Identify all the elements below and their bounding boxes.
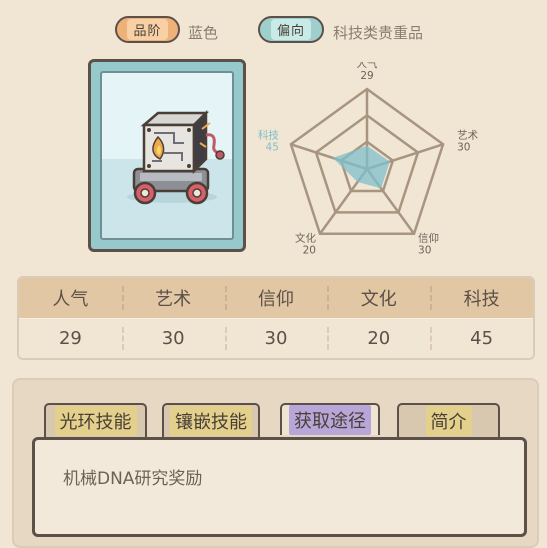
mechanical-box-robot-icon: [127, 109, 225, 205]
radar-axis-label: 科技: [258, 128, 279, 141]
tab-acquisition-label: 获取途径: [289, 405, 371, 435]
quality-label: 品阶: [127, 19, 168, 40]
tab-inlay-skills[interactable]: 镶嵌技能: [162, 403, 260, 439]
quality-badge: 品阶: [115, 16, 180, 43]
value-popularity: 29: [58, 328, 82, 349]
value-culture: 20: [327, 319, 430, 358]
tab-introduction-label: 简介: [425, 406, 472, 436]
tab-content-area: 机械DNA研究奖励: [32, 437, 527, 537]
orientation-label: 偏向: [270, 19, 311, 40]
item-portrait-frame: [88, 59, 246, 252]
radar-axis-value: 45: [266, 141, 279, 153]
radar-axis-value: 29: [360, 70, 373, 82]
attribute-table-header: 人气 艺术 信仰 文化 科技: [19, 278, 533, 318]
acquisition-text: 机械DNA研究奖励: [63, 469, 203, 489]
radar-axis-label: 文化: [295, 232, 316, 245]
attribute-table: 人气 艺术 信仰 文化 科技 29 30 30 20 45: [17, 276, 535, 360]
header-popularity: 人气: [52, 289, 89, 310]
quality-value: 蓝色: [188, 24, 219, 42]
radar-axis-label: 艺术: [457, 129, 478, 141]
header-culture: 文化: [327, 278, 430, 318]
radar-axis-value: 30: [457, 141, 470, 153]
tab-introduction[interactable]: 简介: [397, 403, 500, 439]
attribute-radar-chart: 人气29艺术30信仰30文化20科技45: [258, 62, 478, 257]
radar-axis-value: 20: [303, 245, 316, 257]
header-faith: 信仰: [224, 278, 328, 318]
orientation-value: 科技类贵重品: [333, 24, 424, 42]
header-technology: 科技: [430, 278, 533, 318]
header-art: 艺术: [121, 278, 225, 318]
orientation-badge: 偏向: [258, 16, 324, 43]
value-faith: 30: [224, 319, 328, 358]
radar-axis-value: 30: [418, 245, 431, 257]
tab-aura-skills[interactable]: 光环技能: [44, 403, 147, 439]
tab-aura-skills-label: 光环技能: [54, 406, 137, 436]
tab-inlay-skills-label: 镶嵌技能: [170, 406, 252, 436]
radar-axis-label: 人气: [357, 62, 378, 70]
value-art: 30: [121, 319, 225, 358]
attribute-table-values: 29 30 30 20 45: [19, 319, 533, 358]
radar-axis-label: 信仰: [418, 232, 439, 245]
tab-acquisition[interactable]: 获取途径: [280, 403, 380, 435]
item-portrait: [100, 71, 234, 240]
value-technology: 45: [430, 319, 533, 358]
